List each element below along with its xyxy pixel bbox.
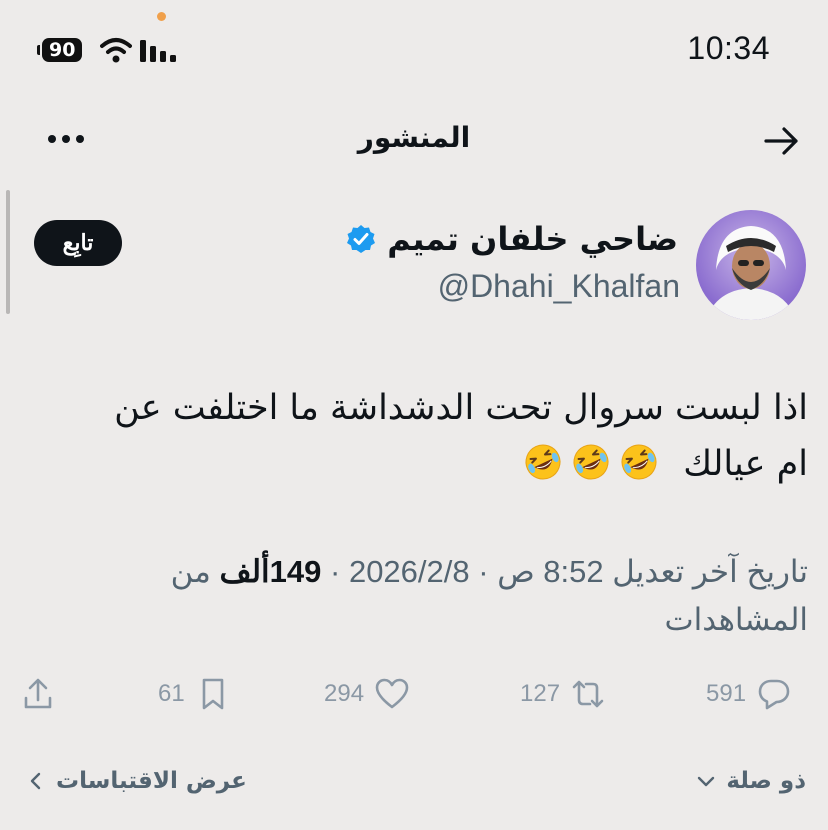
post-date: 2026/2/8 (348, 554, 470, 589)
chevron-down-icon (698, 776, 715, 787)
scroll-indicator[interactable] (6, 190, 10, 314)
cellular-signal-icon (140, 40, 176, 62)
emoji-row (514, 444, 658, 484)
tweet-line-2-text: ام عيالك (683, 444, 808, 484)
wifi-icon (100, 38, 132, 63)
tweet-meta: تاريخ آخر تعديل 8:52 ص · 2026/2/8 · 149أ… (170, 554, 808, 637)
reply-count: 591 (706, 680, 747, 707)
rolling-laughing-emoji-icon (621, 444, 657, 480)
view-quotes-link[interactable]: عرض الاقتباسات (24, 768, 247, 794)
edited-label[interactable]: تاريخ آخر تعديل (612, 554, 808, 589)
reply-button[interactable]: 591 (706, 672, 792, 716)
avatar[interactable] (696, 210, 806, 320)
repost-button[interactable]: 127 (520, 672, 606, 716)
tweet-line-1: اذا لبست سروال تحت الدشداشة ما اختلفت عن (114, 388, 808, 428)
follow-button[interactable]: تابِع (34, 220, 122, 266)
battery-indicator: 90 (37, 37, 83, 63)
verified-badge-icon (347, 225, 376, 253)
views-count[interactable]: 149ألف (220, 554, 322, 589)
recording-indicator-dot (157, 12, 166, 21)
repost-icon (572, 680, 604, 708)
chevron-left-icon (30, 772, 41, 790)
tweet-text: اذا لبست سروال تحت الدشداشة ما اختلفت عن… (30, 380, 808, 492)
rolling-laughing-emoji-icon (525, 444, 561, 480)
bookmark-icon (202, 678, 224, 710)
like-count: 294 (324, 680, 365, 707)
post-time: 8:52 ص (497, 554, 604, 589)
author-name-row[interactable]: ضاحي خلفان تميم (345, 220, 678, 258)
view-quotes-label: عرض الاقتباسات (56, 768, 247, 794)
sort-relevant-label: ذو صلة (726, 768, 806, 794)
author-handle[interactable]: @Dhahi_Khalfan (438, 268, 680, 305)
share-button[interactable] (20, 672, 56, 716)
arrow-right-icon[interactable] (762, 121, 802, 161)
like-button[interactable]: 294 (324, 672, 410, 716)
bookmark-button[interactable]: 61 (158, 672, 231, 716)
heart-icon (375, 678, 409, 709)
status-time: 10:34 (687, 30, 770, 66)
tweet-line-2: ام عيالك (30, 436, 808, 492)
reply-bubble-icon (758, 679, 790, 710)
page-title: المنشور (357, 121, 471, 154)
author-name[interactable]: ضاحي خلفان تميم (387, 220, 678, 258)
rolling-laughing-emoji-icon (573, 444, 609, 480)
sort-relevant-dropdown[interactable]: ذو صلة (694, 768, 806, 794)
share-icon (24, 678, 52, 709)
bookmark-count: 61 (158, 680, 185, 707)
repost-count: 127 (520, 680, 561, 707)
battery-level: 90 (49, 39, 76, 61)
avatar-portrait-icon (706, 226, 796, 320)
